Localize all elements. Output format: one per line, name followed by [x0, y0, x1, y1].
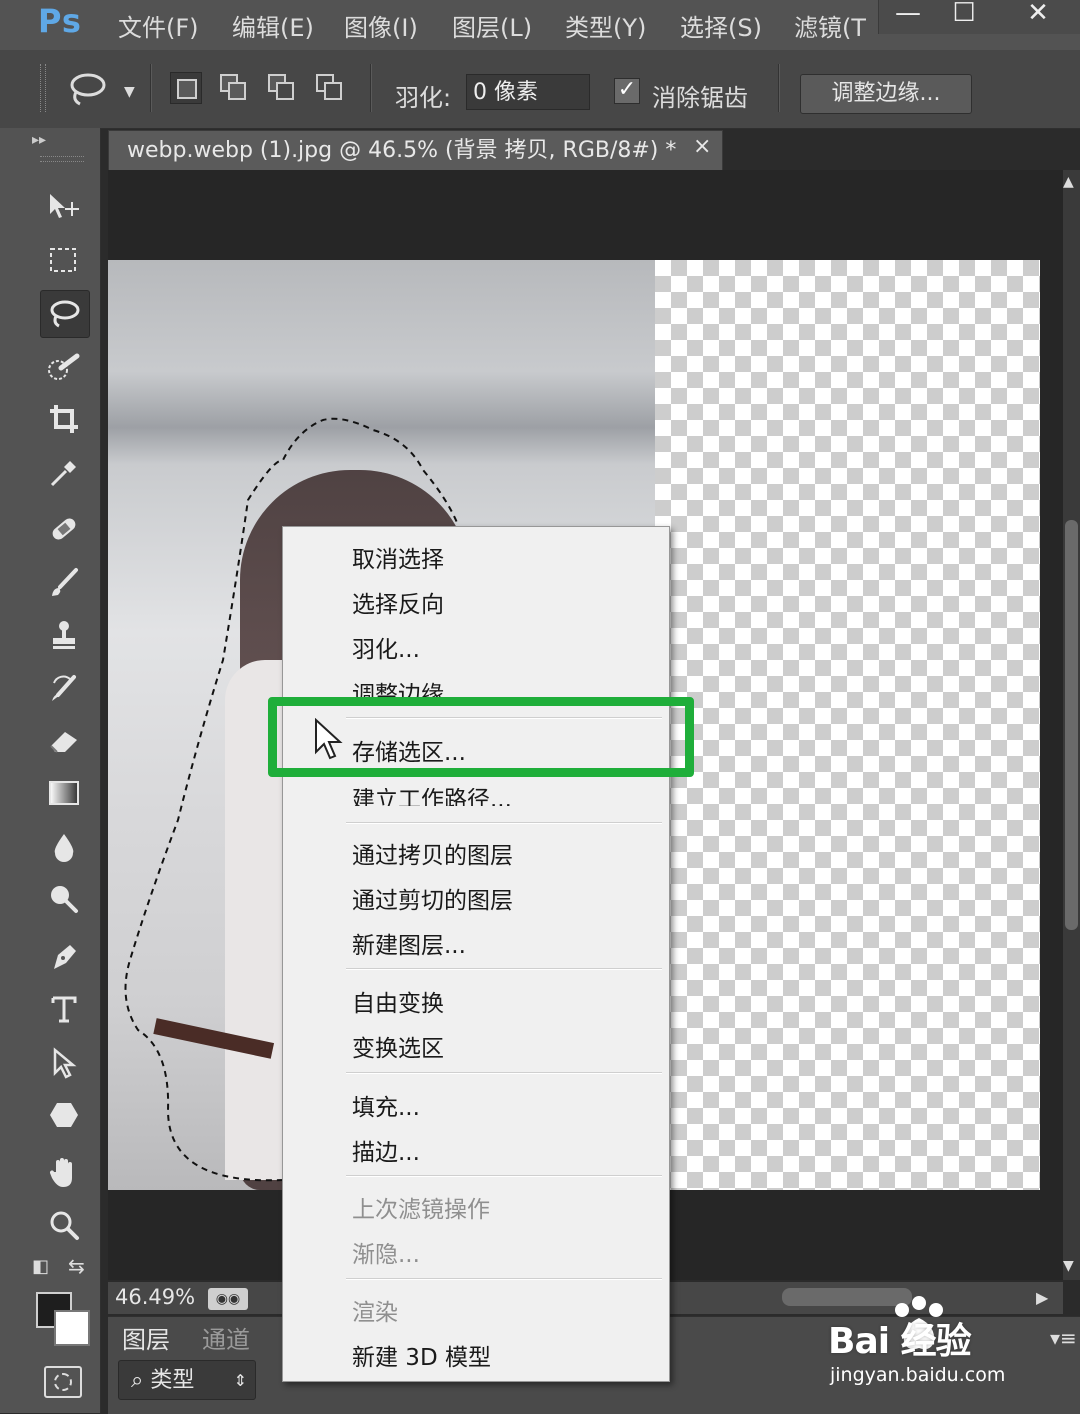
- close-tab-icon[interactable]: ×: [693, 134, 711, 159]
- divider: [778, 64, 779, 112]
- watermark-url: jingyan.baidu.com: [830, 1364, 1006, 1386]
- menu-item-refine-edge[interactable]: 调整边缘...: [352, 675, 466, 697]
- dodge-icon[interactable]: [40, 876, 88, 922]
- feather-input[interactable]: 0 像素: [466, 74, 590, 110]
- menu-filter[interactable]: 滤镜(T: [794, 8, 866, 43]
- minimize-button[interactable]: —: [878, 0, 938, 32]
- options-grip: [40, 64, 46, 112]
- divider: [370, 64, 371, 112]
- menu-item-transform-selection[interactable]: 变换选区: [352, 1029, 444, 1063]
- antialias-checkbox[interactable]: ✓: [614, 78, 640, 104]
- maximize-button[interactable]: ☐: [934, 0, 994, 32]
- menu-item-new-layer[interactable]: 新建图层...: [352, 926, 466, 960]
- menu-layer[interactable]: 图层(L): [452, 8, 532, 43]
- menu-type[interactable]: 类型(Y): [565, 8, 646, 43]
- context-menu: [282, 526, 670, 1382]
- clone-stamp-icon[interactable]: [40, 612, 88, 658]
- document-tab[interactable]: webp.webp (1).jpg @ 46.5% (背景 拷贝, RGB/8#…: [108, 130, 723, 170]
- watermark-brand: Bai 经验: [828, 1321, 972, 1362]
- tab-channels[interactable]: 通道: [202, 1320, 250, 1355]
- move-icon[interactable]: [40, 184, 88, 230]
- background-color-swatch[interactable]: [54, 1310, 90, 1346]
- preset-dropdown-icon[interactable]: ▼: [124, 84, 135, 100]
- hand-icon[interactable]: [40, 1150, 88, 1196]
- healing-brush-icon[interactable]: [40, 506, 88, 552]
- new-selection-icon[interactable]: [170, 72, 202, 104]
- menu-item-layer-via-copy[interactable]: 通过拷贝的图层: [352, 836, 513, 870]
- brush-icon[interactable]: [40, 560, 88, 606]
- marquee-icon[interactable]: [40, 238, 88, 284]
- collapse-toolbox-icon[interactable]: ▸▸: [32, 132, 46, 148]
- menu-item-render: 渲染: [352, 1300, 398, 1326]
- lasso-preset-icon[interactable]: [66, 72, 110, 106]
- photoshop-logo: Ps: [38, 2, 82, 40]
- feather-label: 羽化:: [395, 84, 452, 112]
- eraser-icon[interactable]: [40, 718, 88, 764]
- close-button[interactable]: ✕: [1008, 0, 1068, 32]
- intersect-selection-icon[interactable]: [314, 72, 344, 102]
- panel-menu-icon[interactable]: ▾≡: [1050, 1326, 1077, 1350]
- vertical-scroll-thumb[interactable]: [1065, 520, 1078, 930]
- menu-item-make-work-path[interactable]: 建立工作路径...: [352, 788, 512, 806]
- tab-layers[interactable]: 图层: [122, 1320, 170, 1355]
- menu-edit[interactable]: 编辑(E): [232, 8, 314, 43]
- menu-file[interactable]: 文件(F): [118, 8, 199, 43]
- menu-item-feather[interactable]: 羽化...: [352, 630, 420, 664]
- status-info-icon[interactable]: ◉◉: [208, 1288, 248, 1310]
- lasso-icon[interactable]: [40, 290, 90, 338]
- scroll-up-icon[interactable]: ▲: [1063, 174, 1074, 190]
- menu-separator: [346, 1072, 662, 1073]
- scroll-down-icon[interactable]: ▼: [1063, 1258, 1074, 1274]
- menu-item-fade: 渐隐...: [352, 1242, 420, 1268]
- layer-kind-filter[interactable]: ⌕ 类型 ⇕: [118, 1360, 256, 1400]
- eyedropper-icon[interactable]: [40, 450, 88, 496]
- type-icon[interactable]: [40, 986, 88, 1032]
- highlight-annotation: [268, 697, 694, 777]
- menu-item-select-inverse[interactable]: 选择反向: [352, 585, 444, 619]
- default-colors-icon[interactable]: ◧: [32, 1256, 49, 1277]
- menu-separator: [346, 822, 662, 823]
- shape-icon[interactable]: [40, 1092, 88, 1138]
- toolbox-grip[interactable]: [40, 156, 84, 162]
- menu-item-layer-via-cut[interactable]: 通过剪切的图层: [352, 881, 513, 915]
- transparent-area: [655, 260, 1040, 1190]
- menu-item-fill[interactable]: 填充...: [352, 1088, 420, 1122]
- menu-separator: [346, 1278, 662, 1279]
- history-brush-icon[interactable]: [40, 666, 88, 712]
- quick-mask-button[interactable]: [44, 1366, 82, 1398]
- menu-select[interactable]: 选择(S): [680, 8, 762, 43]
- search-icon: ⌕: [131, 1368, 151, 1393]
- menu-image[interactable]: 图像(I): [344, 8, 418, 43]
- zoom-icon[interactable]: [40, 1202, 88, 1248]
- scroll-right-icon[interactable]: ▶: [1036, 1288, 1048, 1307]
- path-selection-icon[interactable]: [40, 1040, 88, 1086]
- menu-item-new-3d-model[interactable]: 新建 3D 模型: [352, 1338, 491, 1372]
- menu-separator: [346, 968, 662, 969]
- antialias-label: 消除锯齿: [652, 84, 748, 112]
- swap-colors-icon[interactable]: ⇆: [68, 1254, 85, 1278]
- menu-item-deselect[interactable]: 取消选择: [352, 540, 444, 574]
- subtract-selection-icon[interactable]: [266, 72, 296, 102]
- blur-icon[interactable]: [40, 824, 88, 870]
- crop-icon[interactable]: [40, 396, 88, 442]
- quick-selection-icon[interactable]: [40, 344, 88, 390]
- zoom-level[interactable]: 46.49%: [115, 1285, 195, 1309]
- menu-item-make-work-path-label: 建立工作路径...: [352, 788, 512, 806]
- refine-edge-button[interactable]: 调整边缘...: [800, 74, 972, 114]
- menu-separator: [346, 1175, 662, 1176]
- menu-item-stroke[interactable]: 描边...: [352, 1133, 420, 1167]
- pen-icon[interactable]: [40, 934, 88, 980]
- layer-kind-label: 类型: [150, 1368, 195, 1393]
- divider: [150, 64, 151, 112]
- gradient-icon[interactable]: [40, 770, 88, 816]
- add-selection-icon[interactable]: [218, 72, 248, 102]
- menu-item-free-transform[interactable]: 自由变换: [352, 984, 444, 1018]
- menu-item-last-filter: 上次滤镜操作: [352, 1197, 490, 1223]
- chevron-updown-icon: ⇕: [233, 1371, 247, 1390]
